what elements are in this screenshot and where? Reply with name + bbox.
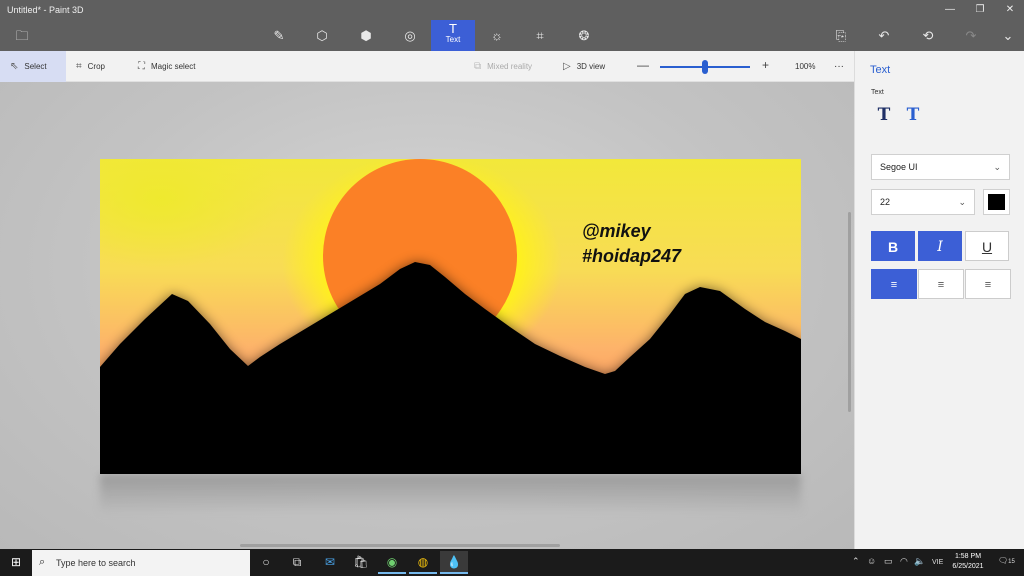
task-view-icon[interactable]: ⧉: [283, 551, 311, 574]
brushes-icon[interactable]: ✎: [257, 20, 301, 51]
select-arrow-icon: ⇖: [10, 61, 19, 72]
3d-shapes-icon[interactable]: ⬢: [344, 20, 388, 51]
zoom-out-icon[interactable]: —: [637, 58, 649, 72]
panel-section-label: Text: [871, 89, 884, 96]
store-icon[interactable]: 🛍: [347, 551, 375, 574]
close-icon[interactable]: ✕: [996, 1, 1024, 19]
magic-select-button[interactable]: ⛶ Magic select: [138, 51, 195, 82]
magic-select-label: Magic select: [151, 62, 196, 71]
font-family-value: Segoe UI: [880, 162, 918, 172]
search-icon: ⌕: [39, 556, 46, 568]
italic-button[interactable]: I: [918, 231, 962, 261]
window-title: Untitled* - Paint 3D: [7, 5, 84, 15]
title-bar: Untitled* - Paint 3D — ❐ ✕ 🗀 ✎ ⬡ ⬢ ◎ T T…: [0, 0, 1024, 51]
3d-library-icon[interactable]: ❂: [562, 20, 606, 51]
3d-view-button[interactable]: ▷ 3D view: [563, 51, 605, 82]
2d-text-icon[interactable]: T: [873, 105, 895, 127]
text-icon: T: [449, 21, 457, 36]
more-options-icon[interactable]: ···: [834, 51, 844, 82]
3d-view-label: 3D view: [576, 62, 606, 71]
mixed-reality-label: Mixed reality: [487, 62, 533, 71]
zoom-value: 100%: [795, 62, 816, 71]
text-tool-label: Text: [445, 35, 461, 44]
volume-icon[interactable]: 🔈: [914, 556, 925, 567]
select-label: Select: [24, 62, 47, 71]
font-family-dropdown[interactable]: Segoe UI ⌄: [871, 154, 1010, 180]
zoom-slider-thumb[interactable]: [702, 60, 708, 74]
workspace: @mikey #hoidap247: [0, 82, 854, 549]
chevron-down-icon: ⌄: [993, 162, 1001, 172]
align-right-icon: ≡: [984, 279, 992, 291]
2d-shapes-icon[interactable]: ⬡: [300, 20, 344, 51]
chrome-icon[interactable]: ◍: [409, 551, 437, 574]
color-square: [988, 194, 1005, 210]
align-left-icon: ≡: [890, 279, 898, 291]
align-left-button[interactable]: ≡: [871, 269, 917, 299]
taskbar: ⊞ ⌕ Type here to search ○ ⧉ ✉ 🛍 ◉ ◍ 💧 ⌃ …: [0, 549, 1024, 576]
paint-3d-icon[interactable]: 💧: [440, 551, 468, 574]
align-center-icon: ≡: [937, 279, 945, 291]
canvas-text-box[interactable]: @mikey #hoidap247: [582, 219, 681, 269]
zoom-percentage[interactable]: 100%: [795, 51, 815, 82]
underline-button[interactable]: U: [965, 231, 1009, 261]
canvas-text-line-2: #hoidap247: [582, 246, 682, 266]
selection-toolbar: ⇖ Select ⌗ Crop ⛶ Magic select ⧉ Mixed r…: [0, 51, 854, 82]
chevron-down-icon: ⌄: [958, 197, 966, 207]
crop-label: Crop: [87, 62, 105, 71]
undo-icon[interactable]: ↶: [862, 20, 906, 51]
crop-button[interactable]: ⌗ Crop: [76, 51, 105, 82]
cortana-icon[interactable]: ○: [252, 551, 280, 574]
zoom-in-icon[interactable]: +: [762, 58, 769, 72]
battery-icon[interactable]: ▭: [884, 556, 893, 567]
font-size-dropdown[interactable]: 22 ⌄: [871, 189, 975, 215]
paste-icon[interactable]: ⎘: [819, 20, 863, 51]
canvas-shadow: [100, 474, 801, 514]
notification-icon[interactable]: 🗨15: [998, 556, 1015, 565]
tray-chevron-icon[interactable]: ⌃: [852, 556, 860, 567]
select-button[interactable]: ⇖ Select: [0, 51, 66, 82]
panel-title: Text: [870, 64, 891, 76]
search-placeholder: Type here to search: [56, 558, 136, 568]
effects-icon[interactable]: ☼: [475, 20, 519, 51]
people-icon[interactable]: ☺: [867, 556, 876, 566]
align-right-button[interactable]: ≡: [965, 269, 1011, 299]
mixed-reality-button[interactable]: ⧉ Mixed reality: [474, 51, 532, 82]
font-size-value: 22: [880, 197, 891, 207]
3d-view-icon: ▷: [563, 61, 571, 72]
chevron-down-icon[interactable]: ⌄: [986, 20, 1024, 51]
minimize-icon[interactable]: —: [936, 1, 964, 19]
menu-folder-icon[interactable]: 🗀: [0, 20, 44, 51]
notification-count: 15: [1008, 559, 1015, 565]
coccoc-browser-icon[interactable]: ◉: [378, 551, 406, 574]
canvas-artwork: [100, 159, 801, 474]
text-color-swatch[interactable]: [983, 189, 1010, 215]
mixed-reality-icon: ⧉: [474, 61, 482, 72]
canvas-icon[interactable]: ⌗: [518, 20, 562, 51]
magic-select-icon: ⛶: [138, 61, 145, 72]
vertical-scrollbar[interactable]: [848, 212, 851, 412]
horizontal-scrollbar[interactable]: [240, 544, 560, 547]
clock-time: 1:58 PM: [954, 553, 982, 560]
history-icon[interactable]: ⟲: [906, 20, 950, 51]
bold-button[interactable]: B: [871, 231, 915, 261]
taskbar-search-box[interactable]: ⌕ Type here to search: [32, 550, 250, 576]
language-indicator[interactable]: VIE: [932, 559, 943, 566]
text-properties-panel: Text Text T T Segoe UI ⌄ 22 ⌄ B I U ≡ ≡ …: [854, 51, 1024, 549]
windows-start-icon[interactable]: ⊞: [0, 549, 32, 576]
drawing-canvas[interactable]: @mikey #hoidap247: [100, 159, 801, 474]
align-center-button[interactable]: ≡: [918, 269, 964, 299]
stickers-icon[interactable]: ◎: [388, 20, 432, 51]
text-tool-button[interactable]: T Text: [431, 20, 475, 51]
3d-text-icon[interactable]: T: [902, 105, 924, 127]
clock-date: 6/25/2021: [952, 563, 984, 570]
crop-icon: ⌗: [76, 61, 82, 72]
restore-icon[interactable]: ❐: [966, 1, 994, 19]
clock[interactable]: 1:58 PM 6/25/2021: [948, 552, 988, 572]
mail-icon[interactable]: ✉: [316, 551, 344, 574]
canvas-text-line-1: @mikey: [582, 221, 651, 241]
wifi-icon[interactable]: ◠: [900, 556, 908, 567]
